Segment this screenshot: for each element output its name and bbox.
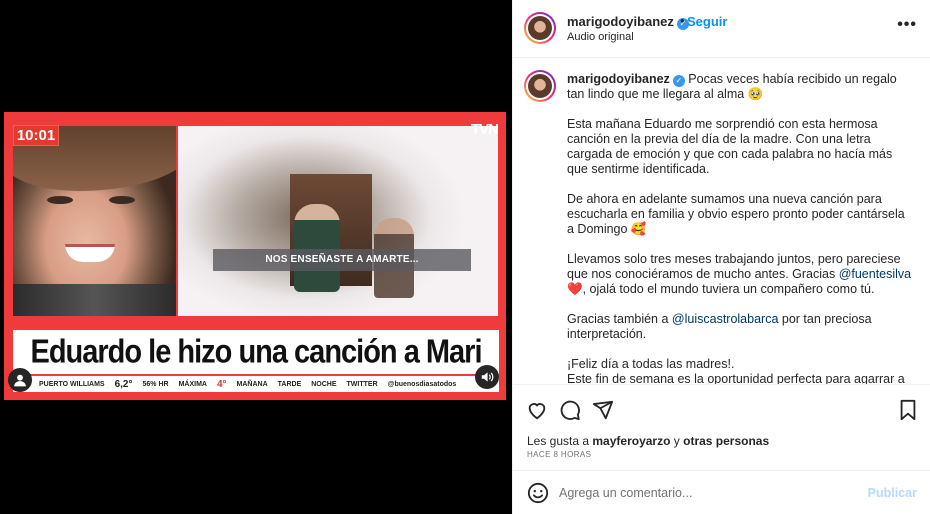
action-bar [513, 393, 930, 427]
ticker-afternoon: TARDE [277, 380, 302, 388]
weather-ticker: PUERTO WILLIAMS 6,2° 56% HR MÁXIMA 4° MA… [13, 376, 499, 392]
more-icon: ••• [897, 16, 917, 33]
video-subtitle: NOS ENSEÑASTE A AMARTE... [213, 249, 471, 271]
channel-logo: TVN [471, 121, 499, 138]
emoji-picker-button[interactable] [527, 482, 549, 504]
follow-button[interactable]: Seguir [687, 14, 727, 29]
like-button[interactable] [526, 399, 548, 421]
tagged-users-button[interactable] [8, 368, 32, 392]
caption-paragraph-6: ¡Feliz día a todas las madres!. [567, 357, 735, 371]
mention-luiscastrolabarca[interactable]: @luiscastrolabarca [672, 312, 778, 326]
user-icon [14, 374, 26, 387]
ticker-max-value: 4° [216, 378, 227, 390]
ticker-tomorrow: MAÑANA [236, 380, 268, 388]
video-right-panel: NOS ENSEÑASTE A AMARTE... [178, 126, 498, 316]
comment-icon [560, 400, 580, 421]
likes-summary: Les gusta a mayferoyarzo y otras persona… [527, 434, 770, 448]
sound-toggle-button[interactable] [475, 365, 499, 389]
audio-link[interactable]: Audio original [567, 31, 634, 43]
video-left-panel [13, 126, 176, 316]
caption-paragraph-7: Este fin de semana es la oportunidad per… [567, 372, 905, 385]
more-options-button[interactable]: ••• [897, 16, 917, 34]
bookmark-icon [900, 399, 916, 421]
caption-paragraph-2: Esta mañana Eduardo me sorprendió con es… [567, 117, 893, 176]
ticker-twitter: TWITTER [346, 380, 378, 388]
post-side-panel: marigodoyibanez ✓ • Seguir Audio original… [512, 0, 930, 514]
share-button[interactable] [592, 399, 614, 421]
other-likers-link[interactable]: otras personas [683, 434, 769, 448]
header-username[interactable]: marigodoyibanez ✓ [567, 14, 689, 30]
broadcast-clock: 10:01 [13, 125, 59, 146]
share-icon [592, 400, 614, 420]
caption-scroll-area[interactable]: marigodoyibanez ✓ Pocas veces había recib… [513, 59, 930, 385]
ticker-night: NOCHE [311, 380, 337, 388]
ticker-handle: @buenosdiasatodos [387, 380, 457, 388]
liker-username[interactable]: mayferoyarzo [592, 434, 670, 448]
ticker-location: PUERTO WILLIAMS [39, 380, 105, 388]
headline-bar: Eduardo le hizo una canción a Mari [13, 330, 499, 374]
publish-button[interactable]: Publicar [868, 486, 917, 500]
avatar[interactable] [524, 12, 556, 44]
verified-icon: ✓ [672, 75, 685, 87]
ticker-temp: 6,2° [114, 378, 133, 390]
caption-avatar[interactable] [524, 70, 556, 102]
caption-paragraph-4: Llevamos solo tres meses trabajando junt… [567, 252, 912, 296]
caption-text: marigodoyibanez ✓ Pocas veces había recib… [567, 72, 912, 385]
sound-icon [481, 372, 494, 382]
ticker-max-label: MÁXIMA [178, 380, 207, 388]
emoji-icon [527, 482, 549, 504]
mention-fuentesilva[interactable]: @fuentesilva [839, 267, 911, 281]
header-separator: • [680, 13, 685, 28]
caption-paragraph-3: De ahora en adelante sumamos una nueva c… [567, 192, 905, 236]
video-player[interactable]: NOS ENSEÑASTE A AMARTE... 10:01 TVN Edua… [0, 0, 512, 514]
video-headline: Eduardo le hizo una canción a Mari [30, 333, 482, 370]
heart-icon [528, 403, 546, 420]
heart-emoji: ❤️ [567, 282, 583, 296]
tv-broadcast-frame: NOS ENSEÑASTE A AMARTE... 10:01 TVN Edua… [4, 112, 506, 400]
comment-input[interactable] [559, 483, 859, 503]
caption-username[interactable]: marigodoyibanez ✓ [567, 72, 685, 87]
caption-paragraph-5: Gracias también a @luiscastrolabarca por… [567, 312, 872, 341]
ticker-humidity: 56% HR [142, 380, 169, 388]
post-header: marigodoyibanez ✓ • Seguir Audio original… [513, 0, 930, 58]
comment-composer: Publicar [513, 470, 930, 514]
post-timestamp[interactable]: HACE 8 HORAS [527, 450, 591, 459]
save-button[interactable] [897, 399, 919, 421]
comment-button[interactable] [559, 399, 581, 421]
